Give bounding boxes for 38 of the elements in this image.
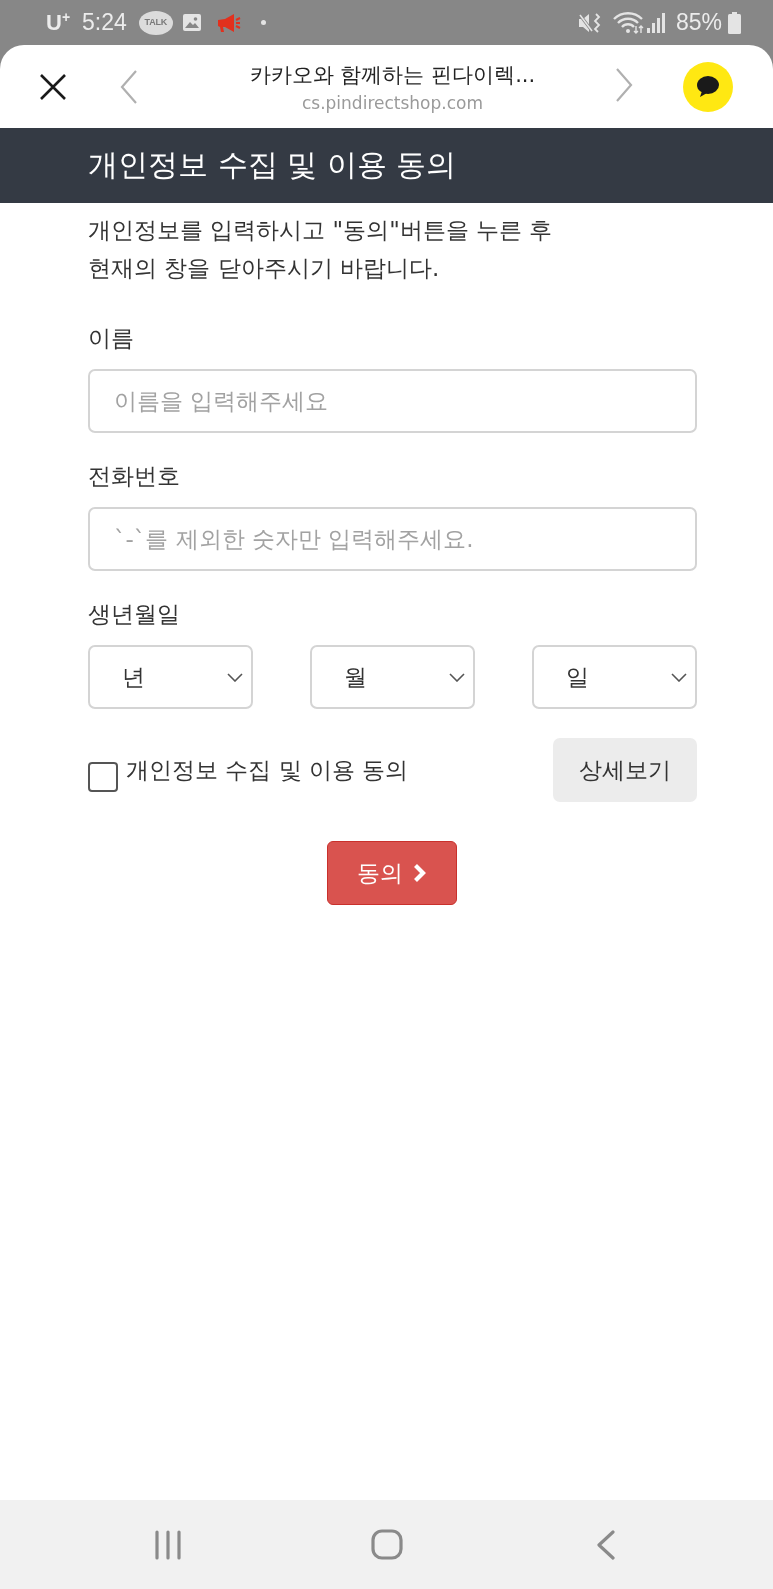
checkbox[interactable] <box>88 762 118 792</box>
consent-label[interactable]: 개인정보 수집 및 이용 동의 <box>126 754 409 786</box>
field-label: 전화번호 <box>88 462 181 491</box>
form-title: 개인정보 수집 및 이용 동의 <box>88 146 457 184</box>
recent-apps-icon[interactable] <box>153 1529 182 1560</box>
close-icon[interactable] <box>40 73 66 100</box>
caret-icon <box>227 672 243 682</box>
instruction-text: 개인정보를 입력하시고 "동의"버튼을 누른 후 현재의 창을 닫아주시기 바랍니다. <box>88 216 554 283</box>
field-label: 이름 <box>88 324 135 353</box>
chevron-right-icon <box>413 863 426 883</box>
input-field[interactable]: 이름을 입력해주세요 <box>88 369 697 433</box>
back-chevron-icon[interactable] <box>120 69 138 104</box>
signal-icon <box>645 11 666 34</box>
input-field[interactable]: `-`를 제외한 숫자만 입력해주세요. <box>88 507 697 571</box>
forward-chevron-icon[interactable] <box>615 67 633 102</box>
carrier-label: U$^{+}$ <box>46 8 71 37</box>
dropdown[interactable]: 년 <box>88 645 253 709</box>
caret-icon <box>671 672 687 682</box>
battery-percent: 85% <box>675 9 722 36</box>
dot-icon <box>260 20 266 25</box>
dropdown[interactable]: 일 <box>532 645 697 709</box>
page-url: cs.pindirectshop.com <box>301 92 483 113</box>
caret-icon <box>449 672 465 682</box>
page-title: 카카오와 함께하는 핀다이렉... <box>249 61 536 89</box>
chat-bubble-icon[interactable] <box>683 61 733 112</box>
home-icon[interactable] <box>370 1529 403 1560</box>
field-label: 생년월일 <box>88 600 181 629</box>
chat-notification-icon: TALK <box>138 10 173 35</box>
wifi-icon <box>611 11 644 34</box>
image-icon <box>182 14 201 31</box>
battery-icon <box>728 11 741 34</box>
megaphone-icon <box>216 12 241 33</box>
clock-time: 5:24 <box>82 9 127 36</box>
agree-button[interactable]: 동의 <box>326 841 457 905</box>
back-icon[interactable] <box>595 1529 616 1560</box>
details-button[interactable]: 상세보기 <box>553 738 697 802</box>
dropdown[interactable]: 월 <box>310 645 475 709</box>
mute-vibrate-icon <box>577 11 602 34</box>
